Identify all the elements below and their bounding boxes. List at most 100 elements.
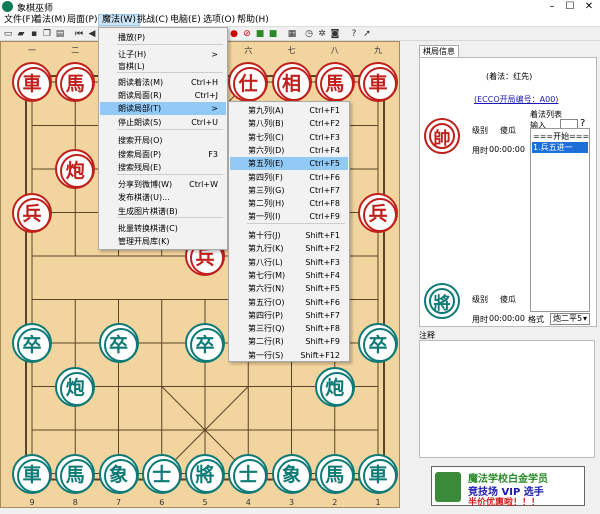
- magic-menu-item[interactable]: 搜索残局(E): [100, 161, 226, 174]
- chess-piece-red[interactable]: 馬: [314, 62, 355, 102]
- chess-piece-green[interactable]: 士: [141, 453, 182, 494]
- copy-icon[interactable]: ❐: [42, 29, 52, 39]
- read-submenu-item[interactable]: 第九行(K) Shift+F2: [230, 242, 348, 255]
- chess-piece-red[interactable]: 仕: [228, 62, 269, 102]
- gear-icon[interactable]: ✲: [317, 29, 327, 39]
- menu-position[interactable]: 局面(P): [64, 14, 100, 26]
- minimize-button[interactable]: –: [545, 0, 559, 13]
- format-label: 格式: [528, 315, 544, 324]
- menu-options[interactable]: 选项(O): [200, 14, 238, 26]
- eco-link[interactable]: (ECCO开局编号：A00): [474, 94, 558, 105]
- menu-challenge[interactable]: 挑战(C): [134, 14, 171, 26]
- chess-piece-green[interactable]: 象: [271, 453, 312, 494]
- magic-menu-item[interactable]: 分享到微博(W) Ctrl+W: [100, 178, 226, 191]
- save-icon[interactable]: ▪: [29, 29, 39, 39]
- column-label-top: 八: [330, 46, 339, 55]
- chess-piece-green[interactable]: 卒: [98, 323, 139, 363]
- menu-moves[interactable]: 着法(M): [30, 14, 69, 26]
- chess-piece-green[interactable]: 將: [185, 453, 225, 494]
- format-select[interactable]: 炮二平5 ▾: [550, 313, 590, 325]
- read-submenu-item[interactable]: 第九列(A) Ctrl+F1: [230, 104, 348, 117]
- read-submenu-item[interactable]: 第六列(D) Ctrl+F4: [230, 144, 348, 157]
- chess-piece-green[interactable]: 卒: [185, 323, 225, 363]
- read-submenu-item[interactable]: 第二行(R) Shift+F9: [230, 335, 348, 348]
- chess-piece-green[interactable]: 卒: [12, 323, 52, 363]
- close-button[interactable]: ✕: [582, 0, 596, 13]
- move-list[interactable]: ===开始=== 1.兵五进一: [530, 128, 590, 312]
- read-submenu-item[interactable]: 第六行(N) Shift+F5: [230, 282, 348, 295]
- magic-menu-item[interactable]: 朗读局面(R) Ctrl+J: [100, 89, 226, 102]
- ad-banner[interactable]: 魔法学校白金学员 竞技场 VIP 选手 半价优惠啦！！！: [431, 466, 585, 508]
- read-submenu-item[interactable]: 第三列(G) Ctrl+F7: [230, 184, 348, 197]
- red-time-value: 00:00:00: [489, 145, 525, 154]
- menu-bar: 文件(F) 着法(M) 局面(P) 魔法(W) 挑战(C) 电脑(E) 选项(O…: [0, 13, 600, 27]
- column-label-bottom: 5: [202, 498, 208, 507]
- chess-piece-green[interactable]: 車: [12, 453, 52, 494]
- read-submenu-item[interactable]: 第一列(I) Ctrl+F9: [230, 210, 348, 223]
- clock-icon[interactable]: ◷: [304, 29, 314, 39]
- read-submenu-item[interactable]: 第八行(L) Shift+F3: [230, 256, 348, 269]
- chess-piece-green[interactable]: 卒: [358, 323, 398, 363]
- first-move-icon[interactable]: ⏮: [74, 29, 84, 39]
- read-submenu-item[interactable]: 第三行(Q) Shift+F8: [230, 322, 348, 335]
- grid-icon[interactable]: ▦: [287, 29, 297, 39]
- magic-menu-item[interactable]: 搜索开局(O): [100, 134, 226, 147]
- magic-menu-item[interactable]: 朗读着法(M) Ctrl+H: [100, 76, 226, 89]
- notes-area[interactable]: [419, 340, 595, 458]
- magic-menu-item[interactable]: 停止朗读(S) Ctrl+U: [100, 116, 226, 129]
- read-submenu-item[interactable]: 第二列(H) Ctrl+F8: [230, 197, 348, 210]
- open-icon[interactable]: ▰: [16, 29, 26, 39]
- magic-menu-item[interactable]: 生成图片棋谱(B): [100, 205, 226, 218]
- chess-piece-green[interactable]: 象: [98, 453, 139, 494]
- menu-help[interactable]: 帮助(H): [234, 14, 272, 26]
- menu-computer[interactable]: 电脑(E): [167, 14, 204, 26]
- column-label-bottom: 8: [72, 498, 78, 507]
- read-submenu-item[interactable]: 第八列(B) Ctrl+F2: [230, 117, 348, 130]
- magic-menu-item[interactable]: 搜索局面(P) F3: [100, 148, 226, 161]
- magic-menu-item[interactable]: 朗读局部(T) >: [100, 102, 226, 115]
- chess-piece-green[interactable]: 炮: [55, 366, 96, 407]
- chess-piece-green[interactable]: 士: [228, 453, 269, 494]
- camera-icon[interactable]: ◙: [330, 29, 340, 39]
- chess-piece-red[interactable]: 車: [358, 62, 398, 102]
- read-submenu-item[interactable]: 第四行(P) Shift+F7: [230, 309, 348, 322]
- chess-piece-green[interactable]: 馬: [314, 453, 355, 494]
- read-submenu-item[interactable]: 第四列(F) Ctrl+F6: [230, 171, 348, 184]
- read-submenu-item[interactable]: 第七列(C) Ctrl+F3: [230, 131, 348, 144]
- column-label-bottom: 1: [375, 498, 381, 507]
- chess-piece-red[interactable]: 馬: [55, 62, 96, 102]
- black-level-value: 傻瓜: [500, 295, 516, 304]
- read-submenu-item[interactable]: 第十行(J) Shift+F1: [230, 229, 348, 242]
- green-icon[interactable]: ■: [255, 29, 265, 39]
- chess-piece-red[interactable]: 車: [12, 62, 52, 102]
- chess-piece-green[interactable]: 馬: [55, 453, 96, 494]
- chess-piece-red[interactable]: 相: [271, 62, 312, 102]
- magic-menu-item[interactable]: 盲棋(L): [100, 60, 226, 73]
- read-submenu-item[interactable]: 第一行(S) Shift+F12: [230, 349, 348, 362]
- magic-menu-item[interactable]: 发布棋谱(U)...: [100, 191, 226, 204]
- maximize-button[interactable]: ☐: [563, 0, 577, 13]
- chess-piece-red[interactable]: 炮: [55, 149, 96, 189]
- read-submenu-item[interactable]: 第七行(M) Shift+F4: [230, 269, 348, 282]
- chess-piece-red[interactable]: 兵: [358, 192, 398, 233]
- magic-menu-item[interactable]: 批量转换棋谱(C): [100, 222, 226, 235]
- read-submenu-item[interactable]: 第五行(O) Shift+F6: [230, 296, 348, 309]
- column-label-bottom: 2: [332, 498, 338, 507]
- new-icon[interactable]: ▭: [3, 29, 13, 39]
- chess-piece-red[interactable]: 兵: [12, 192, 52, 233]
- prev-move-icon[interactable]: ◀: [87, 29, 97, 39]
- green-square-icon[interactable]: ■: [268, 29, 278, 39]
- read-submenu-item[interactable]: 第五列(E) Ctrl+F5: [230, 157, 348, 171]
- red-piece-icon[interactable]: ●: [229, 29, 239, 39]
- help-icon[interactable]: ?: [349, 29, 359, 39]
- chess-piece-green[interactable]: 炮: [314, 366, 355, 407]
- chess-piece-green[interactable]: 車: [358, 453, 398, 494]
- move-item-selected[interactable]: 1.兵五进一: [532, 142, 588, 153]
- paste-icon[interactable]: ▤: [55, 29, 65, 39]
- magic-menu-item[interactable]: 播放(P): [100, 31, 226, 44]
- no-entry-icon[interactable]: ⊘: [242, 29, 252, 39]
- arrow-icon[interactable]: ➚: [362, 29, 372, 39]
- ad-line-3: 半价优惠啦！！！: [468, 498, 541, 508]
- read-part-submenu: 第九列(A) Ctrl+F1 第八列(B) Ctrl+F2 第七列(C) Ctrl+F3 第…: [228, 101, 350, 362]
- magic-menu-item[interactable]: 管理开局库(K): [100, 235, 226, 248]
